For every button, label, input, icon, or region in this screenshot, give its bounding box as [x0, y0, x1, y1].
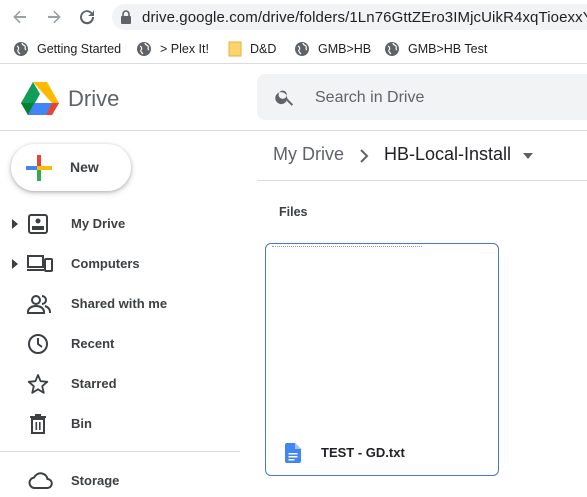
bookmark-label: GMB>HB Test [408, 42, 488, 56]
globe-icon [14, 42, 28, 56]
main-divider [257, 180, 587, 181]
bookmark-getting-started[interactable]: Getting Started [13, 40, 121, 58]
breadcrumb-current-folder[interactable]: HB-Local-Install [384, 144, 511, 165]
breadcrumb-my-drive[interactable]: My Drive [273, 144, 344, 165]
sidebar-item-computers[interactable]: Computers [0, 248, 240, 280]
trash-icon [30, 414, 46, 434]
sidebar-item-label: Starred [71, 376, 117, 391]
sidebar-item-recent[interactable]: Recent [0, 328, 240, 360]
file-name: TEST - GD.txt [321, 445, 405, 460]
drive-logo-icon[interactable] [21, 81, 59, 115]
file-card[interactable]: TEST - GD.txt [265, 243, 499, 476]
sidebar-item-label: My Drive [71, 216, 126, 231]
expand-arrow-icon[interactable] [11, 259, 19, 269]
chevron-right-icon [360, 149, 369, 163]
computers-icon [27, 255, 53, 272]
sidebar-item-label: Storage [71, 473, 120, 488]
address-bar[interactable]: drive.google.com/drive/folders/1Ln76GttZ… [112, 4, 587, 30]
reload-button[interactable] [76, 6, 98, 28]
sidebar-item-label: Recent [71, 336, 115, 351]
chevron-down-icon[interactable] [522, 152, 534, 160]
bookmark-label: GMB>HB [318, 42, 372, 56]
app-title: Drive [68, 86, 120, 111]
back-button[interactable] [9, 6, 31, 28]
sidebar-item-storage[interactable]: Storage [0, 465, 240, 497]
sidebar-item-starred[interactable]: Starred [0, 368, 240, 400]
search-icon[interactable] [274, 86, 296, 108]
bookmarks-bar: Getting Started > Plex It! D&D GMB>HB GM… [0, 33, 587, 64]
lock-icon [121, 10, 131, 24]
search-bar[interactable] [257, 74, 587, 120]
reload-icon [80, 10, 95, 25]
plus-icon [26, 155, 52, 181]
sidebar-item-my-drive[interactable]: My Drive [0, 208, 240, 240]
star-icon [27, 374, 49, 394]
sidebar-item-label: Shared with me [71, 296, 168, 311]
bookmark-dnd[interactable]: D&D [228, 40, 276, 58]
globe-icon [137, 42, 151, 56]
new-button[interactable]: New [11, 144, 131, 191]
forward-arrow-icon [48, 10, 61, 24]
file-card-footer: TEST - GD.txt [266, 433, 498, 475]
clock-icon [28, 334, 48, 354]
sidebar-item-shared-with-me[interactable]: Shared with me [0, 288, 240, 320]
bookmark-plex-it[interactable]: > Plex It! [136, 40, 209, 58]
sidebar-divider [0, 451, 240, 452]
bookmark-label: D&D [250, 42, 277, 56]
browser-toolbar: drive.google.com/drive/folders/1Ln76GttZ… [0, 0, 587, 33]
sidebar-item-label: Bin [71, 416, 92, 431]
globe-icon [295, 42, 309, 56]
people-icon [27, 295, 51, 314]
new-button-label: New [70, 159, 99, 175]
bookmark-label: > Plex It! [160, 42, 209, 56]
bookmark-label: Getting Started [37, 42, 122, 56]
section-title-files: Files [279, 205, 308, 219]
url-text: drive.google.com/drive/folders/1Ln76GttZ… [142, 9, 587, 26]
folder-icon [228, 41, 242, 57]
sidebar-item-label: Computers [71, 256, 140, 271]
forward-button[interactable] [43, 6, 65, 28]
search-input[interactable] [313, 85, 587, 111]
back-arrow-icon [13, 10, 26, 24]
bookmark-gmb-hb-test[interactable]: GMB>HB Test [384, 40, 487, 58]
bookmark-gmb-hb[interactable]: GMB>HB [294, 40, 371, 58]
drive-header: Drive [0, 64, 587, 131]
globe-icon [385, 42, 399, 56]
expand-arrow-icon[interactable] [11, 219, 19, 229]
doc-icon [285, 443, 301, 463]
my-drive-icon [28, 214, 48, 234]
sidebar-item-bin[interactable]: Bin [0, 408, 240, 440]
file-thumbnail-preview [272, 246, 422, 249]
cloud-icon [28, 472, 53, 489]
